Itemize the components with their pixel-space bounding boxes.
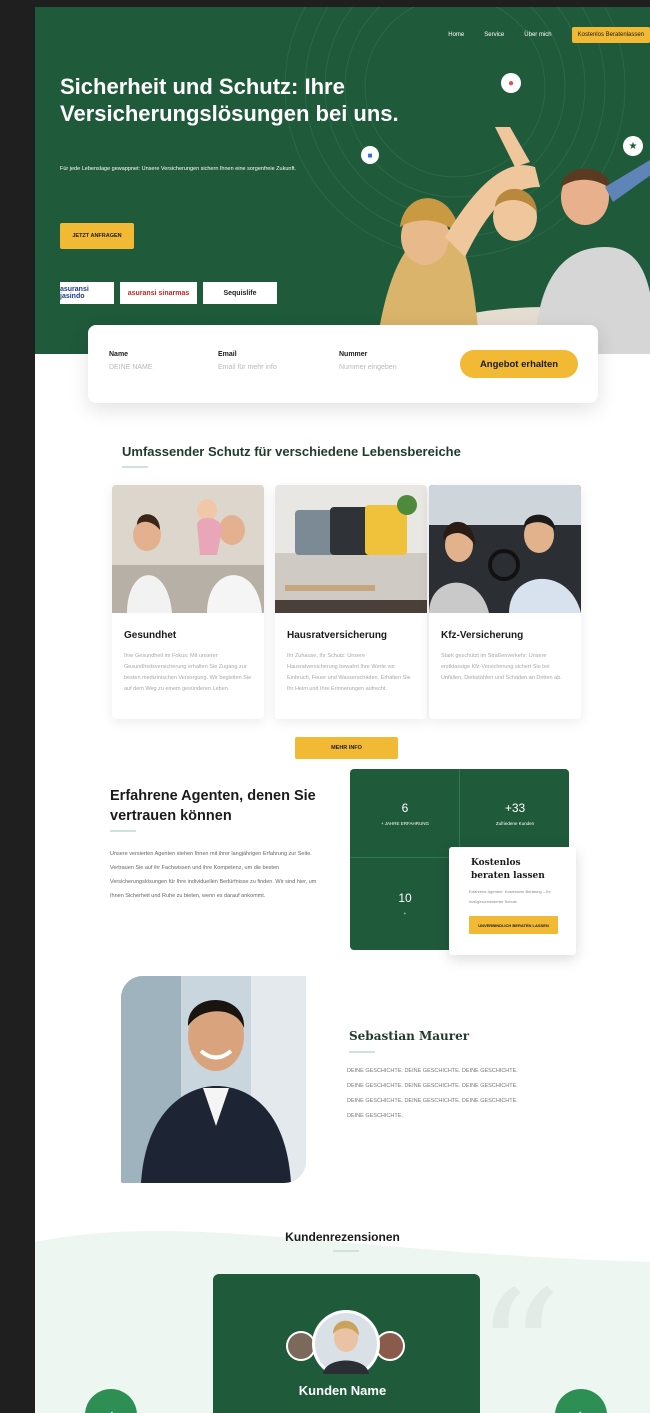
- reviews-title: Kundenrezensionen: [285, 1230, 400, 1244]
- consult-button[interactable]: UNVERBINDLICH BERATEN LASSEN: [469, 916, 558, 934]
- agents-title: Erfahrene Agenten, denen Sie vertrauen k…: [110, 788, 316, 824]
- agent-portrait: [121, 976, 306, 1183]
- nav-home[interactable]: Home: [448, 32, 464, 38]
- service-card-household[interactable]: Hausratversicherung Ihr Zuhause, Ihr Sch…: [275, 485, 427, 719]
- stat-third: 10 +: [350, 891, 460, 916]
- service-card-car[interactable]: Kfz-Versicherung Stark geschützt im Stra…: [429, 485, 581, 719]
- name-label: Name: [109, 351, 129, 358]
- services-title: Umfassender Schutz für verschiedene Lebe…: [122, 444, 461, 459]
- nav-consult-button[interactable]: Kostenlos Beratenlassen: [571, 27, 650, 43]
- chevron-right-icon: ›: [578, 1406, 583, 1413]
- number-input[interactable]: Nummer eingeben: [339, 364, 397, 371]
- service-desc-car: Stark geschützt im Straßenverkehr: Unser…: [441, 653, 562, 681]
- top-nav: Home Service Über mich Kostenlos Beraten…: [448, 27, 650, 43]
- reviews-divider: [333, 1250, 359, 1252]
- service-card-health[interactable]: Gesundhet Ihre Gesundheit im Fokus: Mit …: [112, 485, 264, 719]
- household-photo: [275, 485, 427, 613]
- customer-avatars: [286, 1310, 405, 1374]
- stat-third-number: 10: [398, 891, 412, 905]
- stat-customers-number: +33: [504, 801, 526, 815]
- hero-cta-button[interactable]: JETZT ANFRAGEN: [60, 223, 134, 249]
- stat-experience-number: 6: [401, 801, 409, 815]
- consult-title: Kostenlos beraten lassen: [471, 858, 545, 881]
- name-input[interactable]: DEINE NAME: [109, 364, 153, 371]
- more-info-button[interactable]: MEHR INFO: [295, 737, 398, 759]
- health-photo: [112, 485, 264, 613]
- email-input[interactable]: Email für mehr info: [218, 364, 277, 371]
- consult-desc: Erfahrene Agenten: Kostenlose Beratung –…: [469, 889, 551, 904]
- hero-section: Home Service Über mich Kostenlos Beraten…: [35, 7, 650, 354]
- agent-photo: [121, 976, 306, 1183]
- stat-customers-label: Zufriedene Kunden: [495, 821, 535, 826]
- name-field[interactable]: Name DEINE NAME: [109, 351, 153, 371]
- consult-card: Kostenlos beraten lassen Erfahrene Agent…: [449, 847, 576, 955]
- get-quote-button[interactable]: Angebot erhalten: [460, 350, 578, 378]
- stat-experience: 6 + JAHRE ERFAHRUNG: [350, 801, 460, 826]
- agent-story: DEINE GESCHICHTE. DEINE GESCHICHTE. DEIN…: [347, 1068, 518, 1119]
- service-title-household: Hausratversicherung: [287, 630, 388, 641]
- stat-experience-label: + JAHRE ERFAHRUNG: [380, 821, 430, 826]
- service-desc-household: Ihr Zuhause, Ihr Schutz: Unsere Hausratv…: [287, 653, 411, 692]
- agent-name: Sebastian Maurer: [349, 1029, 470, 1043]
- agents-divider: [110, 830, 136, 832]
- hero-title: Sicherheit und Schutz: Ihre Versicherung…: [60, 74, 399, 126]
- service-title-car: Kfz-Versicherung: [441, 630, 524, 641]
- services-divider: [122, 466, 148, 468]
- agent-divider: [349, 1051, 375, 1053]
- partner-logo-sinarmas: asuransi sinarmas: [120, 282, 197, 304]
- email-label: Email: [218, 351, 237, 358]
- stat-customers: +33 Zufriedene Kunden: [460, 801, 570, 826]
- car-photo: [429, 485, 581, 613]
- hero-subtitle: Für jede Lebenslage gewappnet: Unsere Ve…: [60, 166, 297, 172]
- landing-page: Home Service Über mich Kostenlos Beraten…: [35, 7, 650, 1413]
- agents-text: Unsere versierten Agenten stehen Ihnen m…: [110, 851, 317, 899]
- family-photo: [375, 127, 650, 354]
- partner-logo-jasindo: asuransi jasindo: [60, 282, 114, 304]
- number-label: Nummer: [339, 351, 368, 358]
- service-desc-health: Ihre Gesundheit im Fokus: Mit unserer Ge…: [124, 653, 252, 692]
- nav-about[interactable]: Über mich: [524, 32, 551, 38]
- partner-logo-sequislife: Sequislife: [203, 282, 277, 304]
- number-field[interactable]: Nummer Nummer eingeben: [339, 351, 397, 371]
- service-title-health: Gesundhet: [124, 630, 177, 641]
- stat-third-label: +: [403, 911, 407, 916]
- heart-icon: ●: [501, 73, 521, 93]
- chevron-left-icon: ‹: [108, 1406, 113, 1413]
- email-field[interactable]: Email Email für mehr info: [218, 351, 277, 371]
- quote-form: Name DEINE NAME Email Email für mehr inf…: [88, 325, 598, 403]
- nav-service[interactable]: Service: [484, 32, 504, 38]
